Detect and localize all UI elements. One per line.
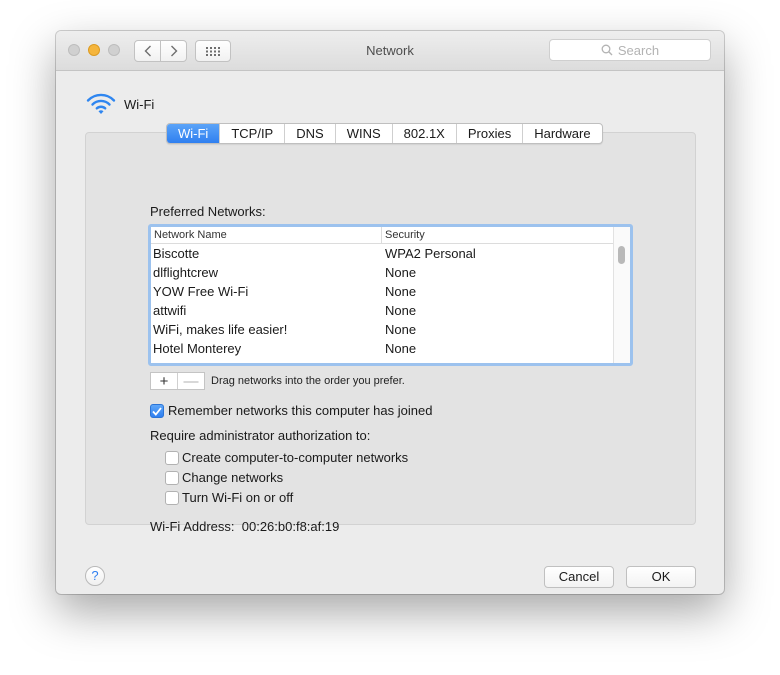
tab-tcp-ip[interactable]: TCP/IP bbox=[219, 124, 284, 143]
wifi-address-label: Wi-Fi Address: bbox=[150, 519, 235, 534]
table-row[interactable]: ANABA...None bbox=[151, 358, 614, 363]
create-network-label[interactable]: Create computer-to-computer networks bbox=[182, 450, 408, 465]
security-cell: None bbox=[385, 265, 417, 280]
remember-networks-checkbox[interactable] bbox=[150, 404, 164, 418]
column-header-network-name[interactable]: Network Name bbox=[151, 227, 382, 243]
add-remove-control: + — bbox=[150, 372, 205, 390]
preferred-networks-table[interactable]: Network Name Security Biscotte WPA2 Perso… bbox=[148, 224, 633, 366]
network-name-cell: attwifi bbox=[153, 303, 187, 318]
tab-bar: Wi-Fi TCP/IP DNS WINS 802.1X Proxies Hardware bbox=[166, 123, 603, 144]
network-name-cell: Hotel Monterey bbox=[153, 341, 242, 356]
security-cell: WPA2 Personal bbox=[385, 246, 476, 261]
table-header: Network Name Security bbox=[151, 227, 614, 244]
ok-button[interactable]: OK bbox=[626, 566, 696, 588]
table-row[interactable]: dlflightcrew None bbox=[151, 263, 614, 282]
security-cell: None bbox=[385, 284, 417, 299]
preferred-networks-label: Preferred Networks: bbox=[150, 204, 266, 219]
security-cell: None bbox=[382, 358, 416, 363]
turn-wifi-checkbox[interactable] bbox=[165, 491, 179, 505]
add-network-button[interactable]: + bbox=[151, 373, 177, 390]
wifi-address-value: 00:26:b0:f8:af:19 bbox=[241, 519, 340, 534]
tab-proxies[interactable]: Proxies bbox=[455, 124, 522, 143]
drag-hint-text: Drag networks into the order you prefer. bbox=[211, 375, 405, 387]
title-bar: Network Search bbox=[56, 31, 724, 71]
network-name-cell: WiFi, makes life easier! bbox=[153, 322, 288, 337]
security-cell: None bbox=[385, 303, 417, 318]
checkmark-icon bbox=[152, 406, 162, 416]
table-row[interactable]: YOW Free Wi-Fi None bbox=[151, 282, 614, 301]
tab-dns[interactable]: DNS bbox=[284, 124, 334, 143]
table-row[interactable]: WiFi, makes life easier! None bbox=[151, 320, 614, 339]
search-icon bbox=[601, 44, 613, 56]
wifi-icon bbox=[86, 93, 116, 114]
content-area: Wi-Fi Wi-Fi TCP/IP DNS WINS 802.1X Proxies Har… bbox=[65, 71, 715, 588]
search-field[interactable]: Search bbox=[549, 39, 711, 61]
wifi-address: Wi-Fi Address: 00:26:b0:f8:af:19 bbox=[150, 519, 339, 534]
change-networks-checkbox[interactable] bbox=[165, 471, 179, 485]
table-row[interactable]: Hotel Monterey None bbox=[151, 339, 614, 358]
help-button[interactable]: ? bbox=[85, 566, 105, 586]
network-name-cell: Biscotte bbox=[153, 246, 200, 261]
security-cell: None bbox=[385, 322, 417, 337]
change-networks-label[interactable]: Change networks bbox=[182, 470, 283, 485]
interface-header: Wi-Fi bbox=[86, 93, 154, 115]
tab-802-1x[interactable]: 802.1X bbox=[391, 124, 456, 143]
cancel-button[interactable]: Cancel bbox=[544, 566, 614, 588]
search-placeholder: Search bbox=[617, 42, 660, 58]
create-network-checkbox[interactable] bbox=[165, 451, 179, 465]
interface-name: Wi-Fi bbox=[124, 96, 155, 112]
security-cell: None bbox=[385, 341, 417, 356]
table-scrollbar[interactable] bbox=[613, 227, 630, 363]
network-name-cell: ANABA... bbox=[151, 358, 382, 363]
network-name-cell: dlflightcrew bbox=[153, 265, 219, 280]
tab-hardware[interactable]: Hardware bbox=[522, 124, 601, 143]
network-preferences-window: Network Search Wi-Fi Wi-Fi TCP/IP DNS WINS 8… bbox=[56, 31, 724, 594]
tab-wi-fi[interactable]: Wi-Fi bbox=[167, 124, 220, 143]
remember-networks-label[interactable]: Remember networks this computer has join… bbox=[168, 403, 432, 418]
table-row[interactable]: Biscotte WPA2 Personal bbox=[151, 244, 614, 263]
remove-network-button[interactable]: — bbox=[177, 373, 204, 390]
scrollbar-thumb[interactable] bbox=[618, 246, 625, 264]
table-rows: Biscotte WPA2 Personal dlflightcrew None YOW… bbox=[151, 244, 614, 363]
turn-wifi-label[interactable]: Turn Wi-Fi on or off bbox=[182, 490, 293, 505]
table-row[interactable]: attwifi None bbox=[151, 301, 614, 320]
require-admin-label: Require administrator authorization to: bbox=[150, 428, 371, 443]
network-name-cell: YOW Free Wi-Fi bbox=[153, 284, 249, 299]
tab-wins[interactable]: WINS bbox=[334, 124, 392, 143]
column-header-security[interactable]: Security bbox=[382, 227, 614, 243]
